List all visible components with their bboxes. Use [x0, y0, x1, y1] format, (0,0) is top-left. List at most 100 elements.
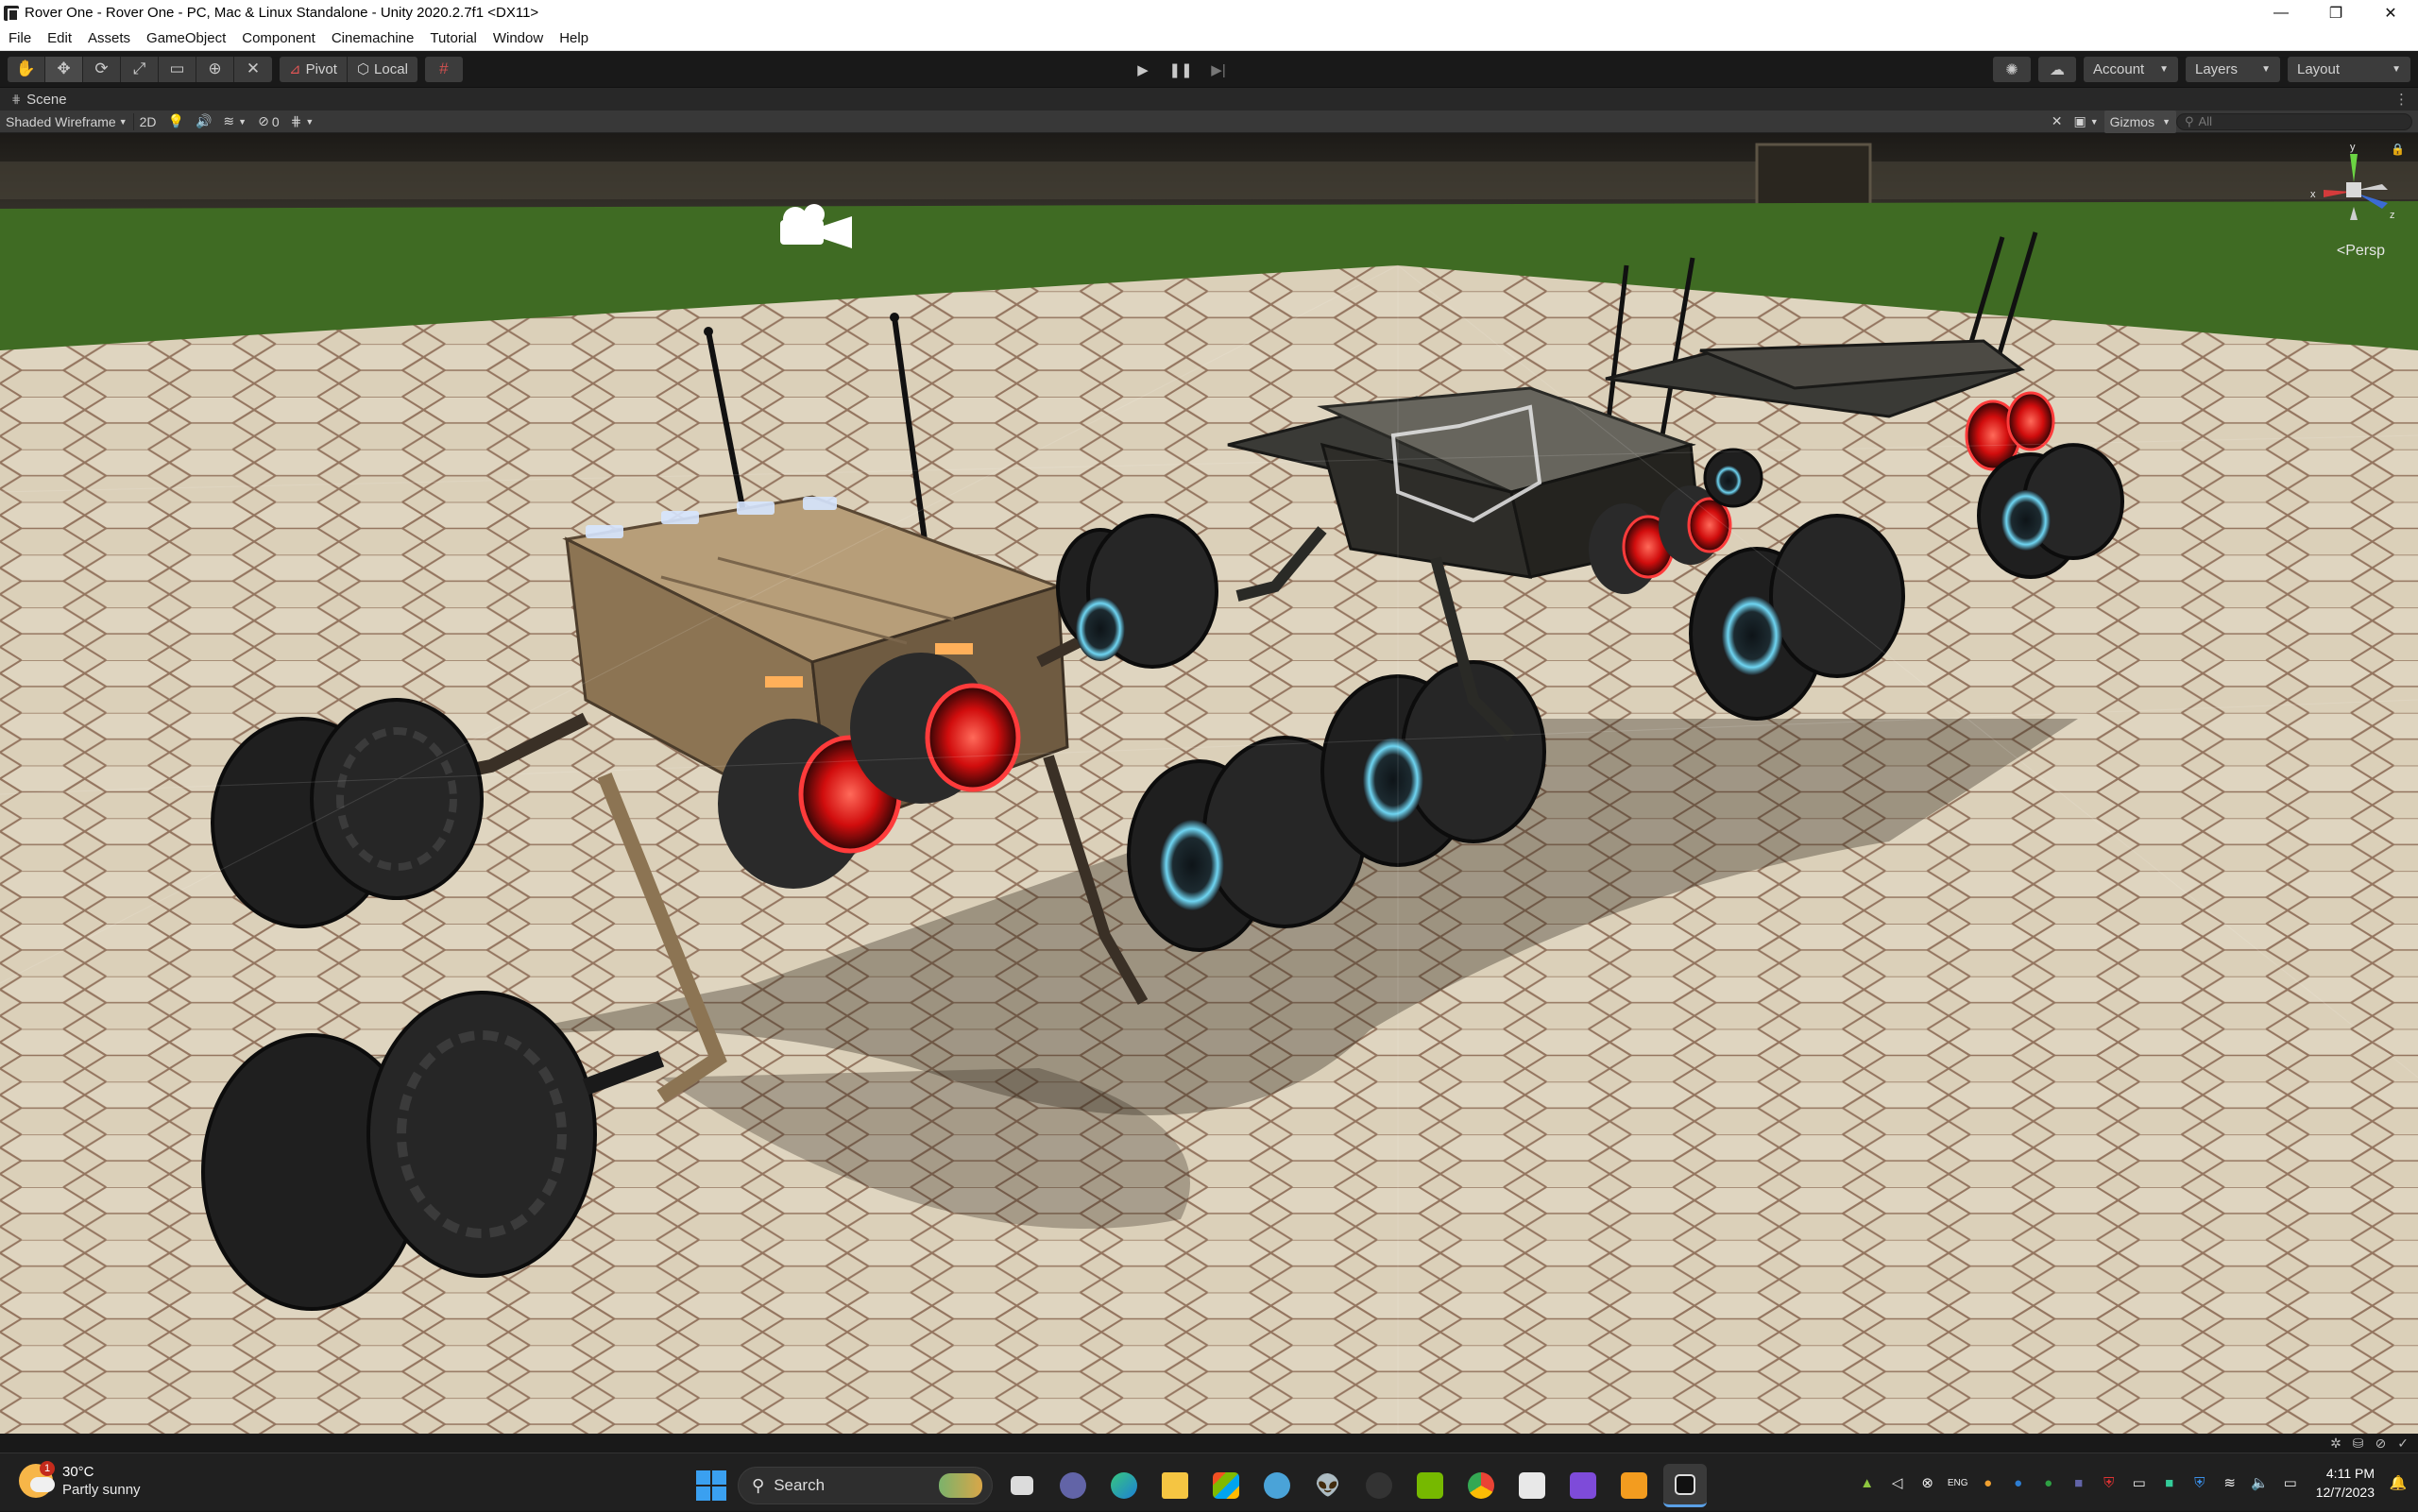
menu-file[interactable]: File — [0, 30, 39, 46]
layers-label: Layers — [2195, 61, 2239, 77]
clock-date: 12/7/2023 — [2315, 1485, 2375, 1500]
step-icon[interactable]: ▶| — [1200, 57, 1237, 82]
nvidia-icon[interactable] — [1408, 1464, 1452, 1507]
shield-icon[interactable]: ⛨ — [2099, 1472, 2120, 1493]
search-placeholder: All — [2198, 114, 2212, 128]
hidden-objects-toggle[interactable]: ⊘ 0 — [252, 110, 285, 133]
menu-cinemachine[interactable]: Cinemachine — [323, 30, 422, 46]
scale-tool-icon[interactable]: ⤢ — [121, 56, 159, 82]
transform-tools: ✋ ✥ ⟳ ⤢ ▭ ⊕ ✕ — [8, 56, 272, 82]
video-editor-icon[interactable] — [1561, 1464, 1605, 1507]
notepad-icon[interactable] — [1510, 1464, 1554, 1507]
tray-green-square-icon[interactable]: ■ — [2159, 1472, 2180, 1493]
database-icon[interactable]: ⛁ — [2353, 1436, 2364, 1452]
taskbar-apps: ⚲ Search 👽 — [692, 1464, 1707, 1507]
rect-tool-icon[interactable]: ▭ — [159, 56, 196, 82]
pivot-toggle[interactable]: ⊿ Pivot — [280, 56, 348, 82]
menu-gameobject[interactable]: GameObject — [138, 30, 233, 46]
projection-label: Persp — [2345, 243, 2385, 259]
weather-widget[interactable]: 1 30°C Partly sunny — [19, 1461, 141, 1499]
projection-toggle[interactable]: <Persp — [2337, 243, 2385, 260]
no-debug-icon[interactable]: ⊘ — [2375, 1436, 2387, 1452]
scene-search-input[interactable]: ⚲ All — [2176, 112, 2412, 130]
menu-window[interactable]: Window — [485, 30, 551, 46]
check-icon[interactable]: ✓ — [2397, 1436, 2409, 1452]
tray-green-icon[interactable]: ● — [2038, 1472, 2059, 1493]
toggle-2d[interactable]: 2D — [134, 110, 162, 133]
battery-icon[interactable]: ▭ — [2280, 1472, 2301, 1493]
clock[interactable]: 4:11 PM 12/7/2023 — [2316, 1464, 2375, 1502]
pivot-label: Pivot — [305, 60, 337, 77]
cloud-icon[interactable]: ☁ — [2038, 57, 2076, 82]
tray-app-icon[interactable]: ▲ — [1857, 1472, 1878, 1493]
layout-dropdown[interactable]: Layout ▼ — [2288, 57, 2410, 82]
menu-help[interactable]: Help — [551, 30, 596, 46]
tools-icon[interactable]: ✕ — [2046, 110, 2069, 133]
volume-icon[interactable]: 🔈 — [2250, 1472, 2271, 1493]
hand-tool-icon[interactable]: ✋ — [8, 56, 45, 82]
tab-scene-label: Scene — [26, 91, 67, 108]
camera-settings-icon[interactable]: ▣ ▼ — [2068, 110, 2103, 133]
minimize-button[interactable]: — — [2254, 0, 2308, 25]
main-toolbar: ✋ ✥ ⟳ ⤢ ▭ ⊕ ✕ ⊿ Pivot ⬡ Local # ▶ ❚❚ ▶| … — [0, 51, 2418, 87]
tab-scene[interactable]: ⋕ Scene — [0, 88, 67, 111]
unity-taskbar-icon[interactable] — [1663, 1464, 1707, 1507]
tray-blue-icon[interactable]: ● — [2008, 1472, 2029, 1493]
rotate-tool-icon[interactable]: ⟳ — [83, 56, 121, 82]
move-tool-icon[interactable]: ✥ — [45, 56, 83, 82]
sublime-icon[interactable] — [1612, 1464, 1656, 1507]
lock-icon[interactable]: 🔒 — [2391, 143, 2405, 156]
gizmos-dropdown[interactable]: Gizmos ▼ — [2103, 110, 2176, 133]
pivot-group: ⊿ Pivot ⬡ Local — [280, 56, 417, 82]
search-icon: ⚲ — [2185, 113, 2194, 128]
draw-mode-dropdown[interactable]: Shaded Wireframe ▼ — [0, 110, 133, 133]
bug-icon[interactable]: ✲ — [2330, 1436, 2341, 1452]
effects-toggle-icon[interactable]: ≋ ▼ — [217, 110, 252, 133]
custom-tool-icon[interactable]: ✕ — [234, 56, 272, 82]
account-dropdown[interactable]: Account ▼ — [2084, 57, 2178, 82]
edge-browser-icon[interactable] — [1102, 1464, 1146, 1507]
menu-tutorial[interactable]: Tutorial — [421, 30, 484, 46]
dark-app-icon[interactable] — [1357, 1464, 1401, 1507]
grid-toggle-icon[interactable]: ⋕ ▼ — [285, 110, 320, 133]
tray-orange-icon[interactable]: ● — [1978, 1472, 1999, 1493]
defender-icon[interactable]: ⛨ — [2189, 1472, 2210, 1493]
local-toggle[interactable]: ⬡ Local — [347, 56, 417, 82]
file-explorer-icon[interactable] — [1153, 1464, 1197, 1507]
pause-icon[interactable]: ❚❚ — [1162, 57, 1200, 82]
xbox-icon[interactable]: ⊗ — [1917, 1472, 1938, 1493]
store-icon[interactable] — [1204, 1464, 1248, 1507]
menu-component[interactable]: Component — [233, 30, 323, 46]
task-view-icon[interactable] — [1000, 1464, 1044, 1507]
layers-dropdown[interactable]: Layers ▼ — [2186, 57, 2280, 82]
maximize-button[interactable]: ❐ — [2308, 0, 2363, 25]
teams-icon[interactable]: ■ — [2069, 1472, 2089, 1493]
toolbar-right: ✺ ☁ Account ▼ Layers ▼ Layout ▼ — [1993, 57, 2410, 82]
lighting-toggle-icon[interactable]: 💡 — [162, 110, 190, 133]
notification-bell-icon[interactable]: 🔔 — [2388, 1472, 2409, 1493]
collab-icon[interactable]: ✺ — [1993, 57, 2031, 82]
chat-icon[interactable] — [1051, 1464, 1095, 1507]
taskbar-search[interactable]: ⚲ Search — [738, 1467, 993, 1504]
chrome-icon[interactable] — [1459, 1464, 1503, 1507]
wifi-icon[interactable]: ≋ — [2220, 1472, 2240, 1493]
globe-app-icon[interactable] — [1255, 1464, 1299, 1507]
chevron-down-icon: ▼ — [238, 116, 247, 127]
visual-studio-icon[interactable]: ◁ — [1887, 1472, 1908, 1493]
start-button[interactable] — [692, 1467, 730, 1504]
grid-snap-icon[interactable]: # — [424, 56, 463, 82]
clock-time: 4:11 PM — [2325, 1466, 2375, 1481]
more-options-icon[interactable]: ⋮ — [2394, 91, 2409, 108]
orientation-gizmo[interactable]: y x z — [2308, 141, 2399, 231]
close-button[interactable]: ✕ — [2363, 0, 2418, 25]
menu-assets[interactable]: Assets — [79, 30, 138, 46]
audio-toggle-icon[interactable]: 🔊 — [190, 110, 217, 133]
transform-tool-icon[interactable]: ⊕ — [196, 56, 234, 82]
language-icon[interactable]: ENG — [1948, 1472, 1968, 1493]
alien-app-icon[interactable]: 👽 — [1306, 1464, 1350, 1507]
menu-edit[interactable]: Edit — [39, 30, 79, 46]
windows-taskbar: 1 30°C Partly sunny ⚲ Search 👽 ▲ ◁ ⊗ ENG… — [0, 1453, 2418, 1511]
scene-viewport[interactable]: y x z 🔒 <Persp — [0, 133, 2418, 1434]
play-icon[interactable]: ▶ — [1124, 57, 1162, 82]
tray-misc-icon[interactable]: ▭ — [2129, 1472, 2150, 1493]
